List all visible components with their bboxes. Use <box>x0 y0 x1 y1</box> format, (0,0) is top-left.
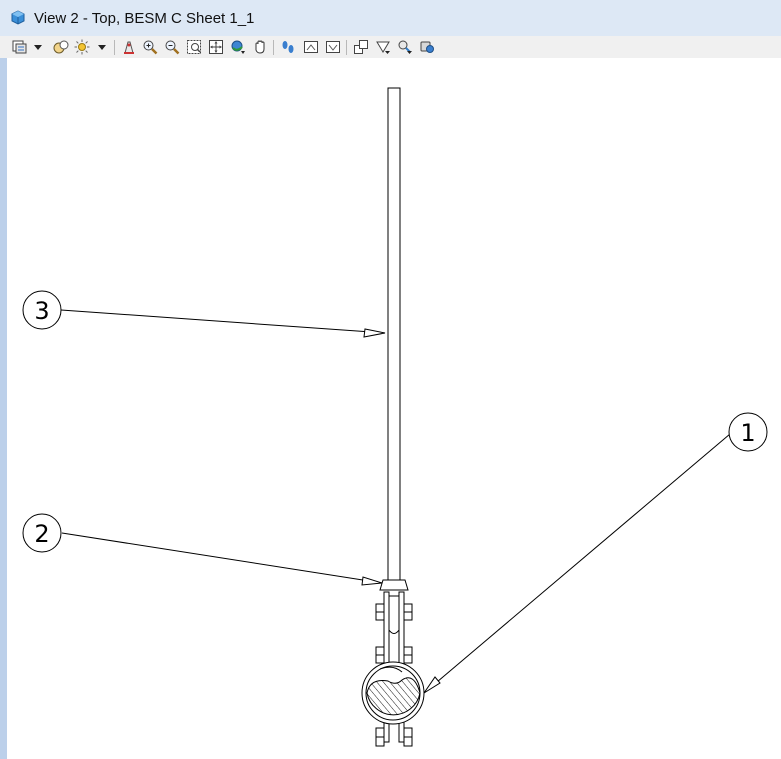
drawing-canvas[interactable]: 3 2 1 <box>7 58 781 759</box>
view-attributes-icon[interactable] <box>10 38 28 56</box>
dropdown-arrow-icon[interactable] <box>95 38 109 56</box>
toolbar-separator <box>346 40 347 55</box>
leader-3 <box>60 309 386 334</box>
zoom-in-icon[interactable] <box>141 38 159 56</box>
pipe-clamp <box>361 661 425 725</box>
balloon-1-label: 1 <box>740 419 755 447</box>
update-view-icon[interactable] <box>120 38 138 56</box>
view-previous-icon[interactable] <box>302 38 320 56</box>
rotate-view-icon[interactable] <box>229 38 247 56</box>
window-title: View 2 - Top, BESM C Sheet 1_1 <box>34 10 255 27</box>
view-next-icon[interactable] <box>324 38 342 56</box>
display-style-icon[interactable] <box>52 38 70 56</box>
clip-volume-icon[interactable] <box>374 38 392 56</box>
zoom-out-icon[interactable] <box>163 38 181 56</box>
leader-1 <box>423 433 731 694</box>
arrowhead-2 <box>361 576 383 586</box>
arrowhead-3 <box>363 328 386 338</box>
toolbar-separator <box>114 40 115 55</box>
dropdown-arrow-icon[interactable] <box>31 38 45 56</box>
window-area-icon[interactable] <box>185 38 203 56</box>
walk-icon[interactable] <box>279 38 297 56</box>
lights-icon[interactable] <box>73 38 91 56</box>
view-toolbar <box>0 36 781 59</box>
view-cube-icon <box>11 10 25 25</box>
window-titlebar: View 2 - Top, BESM C Sheet 1_1 <box>0 0 781 37</box>
camera-settings-icon[interactable] <box>418 38 436 56</box>
drawing-svg: 3 2 1 <box>22 87 768 747</box>
hanger-rod <box>387 87 401 581</box>
fit-view-icon[interactable] <box>207 38 225 56</box>
balloon-2-label: 2 <box>34 520 49 548</box>
rod-nut <box>379 579 409 591</box>
leader-2 <box>61 532 383 584</box>
balloon-3-label: 3 <box>34 297 49 325</box>
view-border <box>0 58 7 759</box>
pan-view-icon[interactable] <box>251 38 269 56</box>
toolbar-separator <box>273 40 274 55</box>
copy-view-icon[interactable] <box>352 38 370 56</box>
clip-mask-icon[interactable] <box>396 38 414 56</box>
arrowhead-1 <box>423 676 441 694</box>
